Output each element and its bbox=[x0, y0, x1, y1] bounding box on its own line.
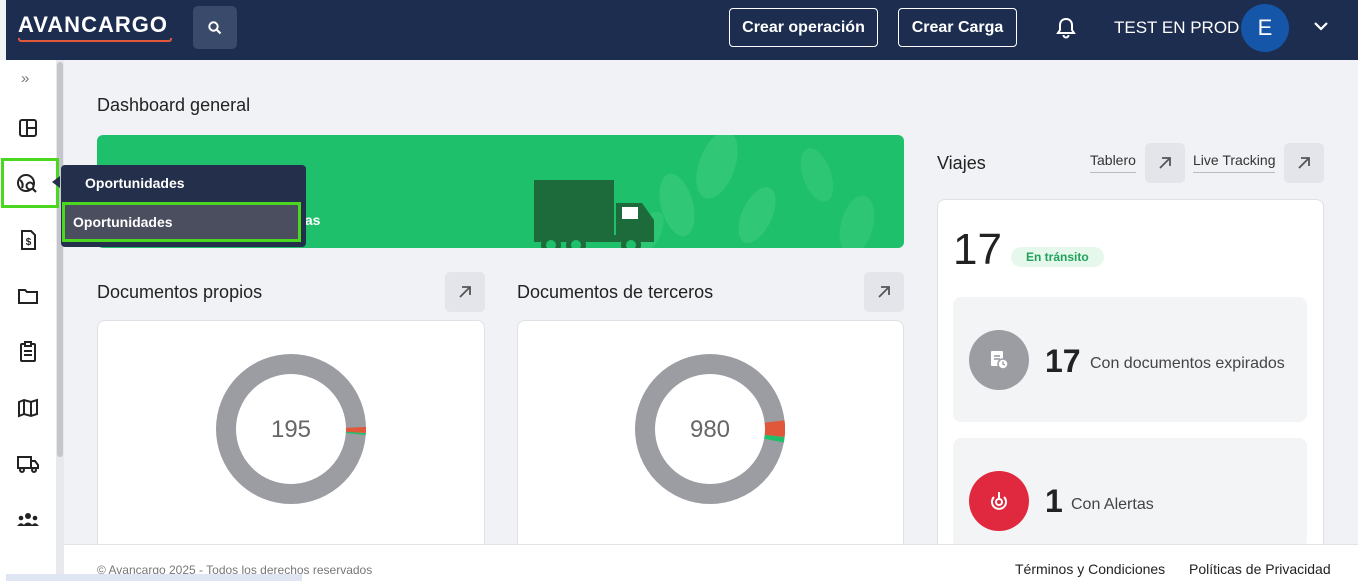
active-sidebar-highlight bbox=[1, 158, 59, 208]
expand-sidebar-icon[interactable]: » bbox=[21, 70, 29, 87]
alerts-count: 1 bbox=[1045, 483, 1063, 519]
expired-documents-count: 17 bbox=[1045, 343, 1081, 379]
alerts-label: Con Alertas bbox=[1071, 496, 1154, 513]
clipboard-icon[interactable] bbox=[8, 332, 48, 372]
third-party-documents-open-button[interactable] bbox=[864, 272, 904, 312]
search-icon bbox=[208, 20, 222, 34]
logo-underline bbox=[18, 38, 172, 42]
browser-status-bar bbox=[6, 574, 302, 581]
third-party-documents-total: 980 bbox=[689, 416, 731, 443]
third-party-documents-title: Documentos de terceros bbox=[517, 282, 714, 302]
live-tracking-link[interactable]: Live Tracking bbox=[1193, 152, 1276, 173]
popover-arrow bbox=[52, 176, 60, 188]
leaves-decoration bbox=[630, 135, 875, 248]
board-open-button[interactable] bbox=[1145, 143, 1185, 183]
bell-icon[interactable] bbox=[1056, 17, 1076, 44]
trips-total: 17 bbox=[953, 225, 1002, 274]
svg-text:$: $ bbox=[26, 237, 32, 248]
own-documents-total: 195 bbox=[270, 416, 312, 443]
board-link[interactable]: Tablero bbox=[1090, 152, 1136, 173]
user-name[interactable]: TEST EN PROD bbox=[1114, 18, 1239, 38]
avatar[interactable]: E bbox=[1241, 4, 1289, 52]
arrow-up-right-icon bbox=[459, 286, 471, 298]
invoice-icon[interactable]: $ bbox=[8, 220, 48, 260]
search-button[interactable] bbox=[193, 6, 237, 49]
terms-link[interactable]: Términos y Condiciones bbox=[1015, 561, 1165, 577]
expired-documents-label: Con documentos expirados bbox=[1090, 355, 1285, 372]
team-icon[interactable] bbox=[8, 500, 48, 540]
dashboard-icon[interactable] bbox=[8, 108, 48, 148]
delivery-truck-illustration bbox=[534, 180, 654, 248]
status-badge: En tránsito bbox=[1011, 247, 1104, 267]
expired-document-icon bbox=[969, 330, 1029, 390]
arrow-up-right-icon bbox=[1298, 157, 1310, 169]
own-documents-open-button[interactable] bbox=[445, 272, 485, 312]
folder-icon[interactable] bbox=[8, 276, 48, 316]
truck-icon[interactable] bbox=[8, 444, 48, 484]
live-tracking-open-button[interactable] bbox=[1284, 143, 1324, 183]
logo[interactable]: AVANCARGO bbox=[18, 12, 168, 38]
trips-title: Viajes bbox=[937, 153, 986, 173]
create-load-button[interactable]: Crear Carga bbox=[898, 8, 1017, 47]
sidebar-scroll-thumb[interactable] bbox=[57, 62, 63, 457]
flyout-title: Oportunidades bbox=[85, 175, 185, 191]
flyout-item-opportunities[interactable]: Oportunidades bbox=[62, 202, 301, 242]
page-title: Dashboard general bbox=[97, 95, 251, 115]
arrow-up-right-icon bbox=[1159, 157, 1171, 169]
create-operation-button[interactable]: Crear operación bbox=[729, 8, 878, 47]
privacy-link[interactable]: Políticas de Privacidad bbox=[1189, 561, 1331, 577]
chevron-down-icon[interactable] bbox=[1313, 18, 1329, 39]
arrow-up-right-icon bbox=[878, 286, 890, 298]
alert-icon bbox=[969, 471, 1029, 531]
own-documents-title: Documentos propios bbox=[97, 282, 263, 302]
map-icon[interactable] bbox=[8, 388, 48, 428]
